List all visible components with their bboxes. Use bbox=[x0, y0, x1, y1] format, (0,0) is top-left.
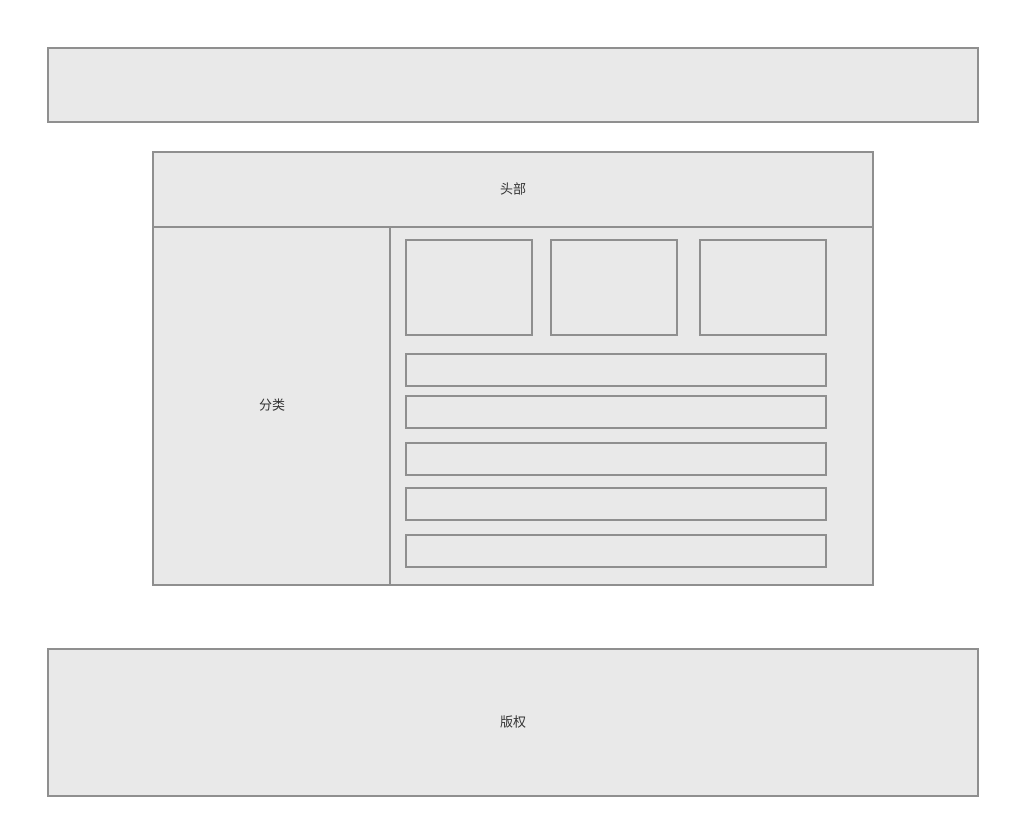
content-thumbnail bbox=[550, 239, 678, 336]
content-list-row bbox=[405, 395, 827, 429]
content-thumbnail bbox=[699, 239, 827, 336]
header-block: 头部 bbox=[152, 151, 874, 228]
header-label: 头部 bbox=[499, 182, 526, 197]
content-thumbnail bbox=[405, 239, 533, 336]
top-bar bbox=[47, 47, 979, 123]
copyright-label: 版权 bbox=[499, 715, 526, 730]
content-list-row bbox=[405, 353, 827, 387]
content-list-row bbox=[405, 487, 827, 521]
category-sidebar: 分类 bbox=[152, 226, 392, 586]
content-list-row bbox=[405, 442, 827, 476]
category-label: 分类 bbox=[258, 398, 285, 414]
content-list-row bbox=[405, 534, 827, 568]
copyright-footer: 版权 bbox=[47, 648, 979, 797]
